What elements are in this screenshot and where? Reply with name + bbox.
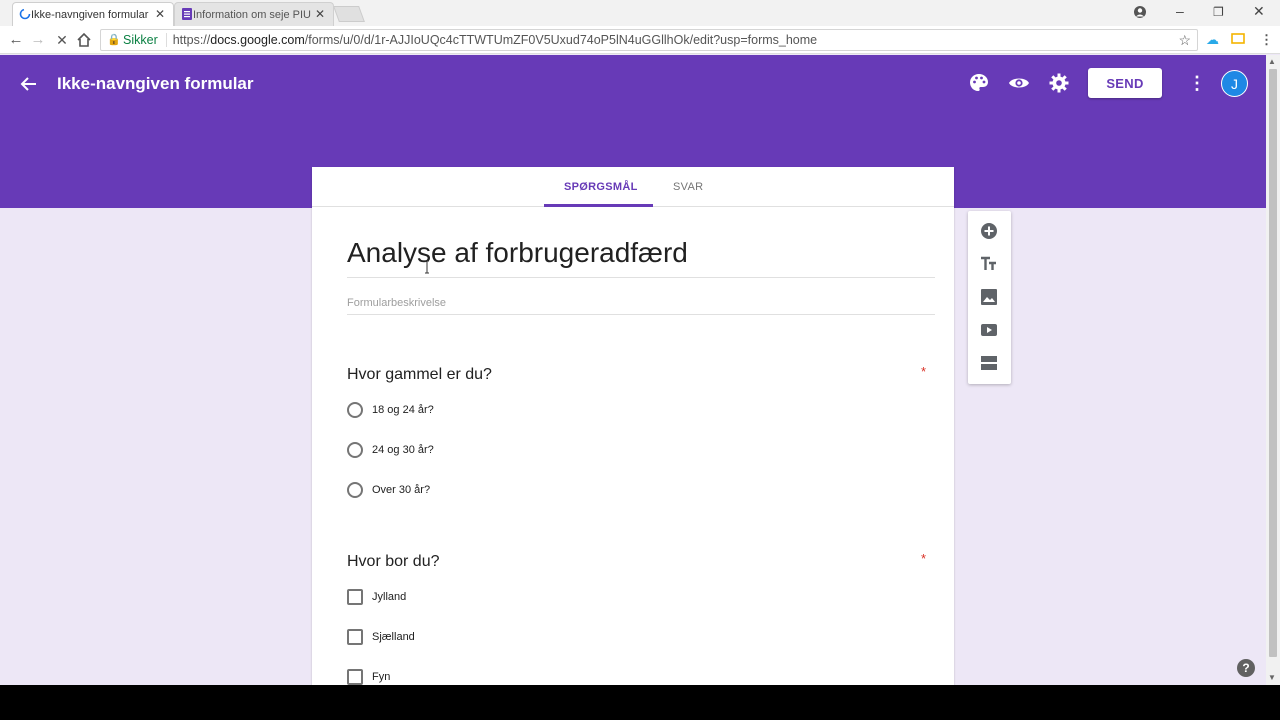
radio-button-icon[interactable]	[347, 402, 363, 418]
form-title-field[interactable]: Analyse af forbrugeradfærd	[347, 237, 688, 269]
question-title[interactable]: Hvor gammel er du?	[347, 366, 492, 384]
option-label: 18 og 24 år?	[372, 404, 434, 416]
address-bar[interactable]: 🔒 Sikker https://docs.google.com/forms/u…	[100, 29, 1198, 51]
browser-menu-icon[interactable]: ⋮	[1260, 32, 1273, 48]
settings-gear-icon[interactable]	[1047, 71, 1071, 95]
checkbox-option[interactable]: Fyn	[347, 669, 390, 685]
option-label: 24 og 30 år?	[372, 444, 434, 456]
back-arrow-icon[interactable]	[20, 75, 38, 93]
option-label: Sjælland	[372, 631, 415, 643]
browser-tab-inactive[interactable]: Information om seje PIU ✕	[174, 2, 334, 26]
required-asterisk: *	[921, 364, 927, 379]
preview-eye-icon[interactable]	[1007, 71, 1031, 95]
radio-button-icon[interactable]	[347, 482, 363, 498]
text-cursor-icon	[425, 260, 429, 274]
radio-option[interactable]: Over 30 år?	[347, 482, 430, 498]
url-path: /forms/u/0/d/1r-AJJIoUQc4cTTWTUmZF0V5Uxu…	[304, 33, 818, 47]
back-icon[interactable]: ←	[6, 30, 26, 50]
stop-icon[interactable]: ✕	[52, 30, 72, 50]
add-question-icon[interactable]	[979, 221, 999, 241]
add-video-icon[interactable]	[979, 320, 999, 340]
palette-icon[interactable]	[967, 71, 991, 95]
add-image-icon[interactable]	[979, 287, 999, 307]
checkbox-option[interactable]: Jylland	[347, 589, 406, 605]
more-options-icon[interactable]: ⋮	[1188, 73, 1206, 94]
letterbox-bar	[0, 685, 1280, 720]
forward-icon[interactable]: →	[28, 30, 48, 50]
browser-tab-label: Ikke-navngiven formular	[31, 8, 149, 21]
close-icon[interactable]: ✕	[155, 7, 165, 21]
option-label: Fyn	[372, 671, 391, 683]
profile-icon[interactable]	[1133, 5, 1147, 19]
forms-icon	[182, 8, 192, 20]
browser-tabstrip: Ikke-navngiven formular ✕ Information om…	[0, 0, 1280, 26]
required-asterisk: *	[921, 551, 927, 566]
description-underline	[347, 314, 935, 315]
option-label: Jylland	[372, 591, 407, 603]
question-title[interactable]: Hvor bor du?	[347, 553, 440, 571]
active-tab-indicator	[544, 204, 653, 207]
browser-toolbar: ← → ✕ 🔒 Sikker https://docs.google.com/f…	[0, 26, 1280, 54]
browser-tab-label: Information om seje PIU	[193, 8, 311, 21]
help-button[interactable]: ?	[1237, 659, 1255, 677]
tab-questions[interactable]: SPØRGSMÅL	[564, 181, 638, 193]
browser-tab-active[interactable]: Ikke-navngiven formular ✕	[12, 2, 174, 26]
radio-option[interactable]: 18 og 24 år?	[347, 402, 434, 418]
radio-option[interactable]: 24 og 30 år?	[347, 442, 434, 458]
checkbox-option[interactable]: Sjælland	[347, 629, 415, 645]
cast-extension-icon[interactable]	[1231, 32, 1245, 46]
loading-spinner-icon	[19, 8, 31, 20]
page: Ikke-navngiven formular ✕ Information om…	[0, 0, 1280, 720]
title-underline	[347, 277, 935, 278]
checkbox-icon[interactable]	[347, 669, 363, 685]
question-toolbar	[968, 211, 1011, 384]
checkbox-icon[interactable]	[347, 629, 363, 645]
close-icon[interactable]: ✕	[315, 7, 325, 21]
minimize-icon[interactable]: –	[1176, 3, 1184, 19]
send-button[interactable]: SEND	[1088, 68, 1162, 98]
scroll-up-icon[interactable]: ▲	[1268, 57, 1276, 66]
scroll-thumb[interactable]	[1269, 69, 1277, 657]
cloud-extension-icon[interactable]: ☁	[1206, 32, 1219, 48]
lock-icon: 🔒	[107, 34, 121, 46]
home-icon[interactable]	[76, 32, 92, 48]
bookmark-star-icon[interactable]: ☆	[1178, 32, 1191, 49]
add-section-icon[interactable]	[979, 353, 999, 373]
add-title-text-icon[interactable]	[979, 254, 999, 274]
form-description-field[interactable]: Formularbeskrivelse	[347, 297, 446, 309]
tab-answers[interactable]: SVAR	[673, 181, 703, 193]
url-host: docs.google.com	[210, 33, 305, 47]
scroll-down-icon[interactable]: ▼	[1268, 673, 1276, 682]
form-tabs: SPØRGSMÅL SVAR	[312, 167, 954, 207]
option-label: Over 30 år?	[372, 484, 431, 496]
restore-icon[interactable]: ❐	[1213, 5, 1224, 19]
avatar[interactable]: J	[1221, 70, 1248, 97]
form-card: SPØRGSMÅL SVAR Analyse af forbrugeradfær…	[312, 167, 954, 697]
url-text: https://docs.google.com/forms/u/0/d/1r-A…	[173, 33, 817, 47]
page-scrollbar[interactable]: ▲ ▼	[1266, 55, 1280, 685]
new-tab-button[interactable]	[333, 6, 365, 22]
window-close-icon[interactable]: ✕	[1253, 3, 1265, 20]
document-title[interactable]: Ikke-navngiven formular	[57, 74, 254, 94]
security-label: Sikker	[123, 33, 158, 47]
radio-button-icon[interactable]	[347, 442, 363, 458]
url-prefix: https://	[172, 33, 211, 47]
checkbox-icon[interactable]	[347, 589, 363, 605]
security-indicator[interactable]: 🔒 Sikker	[101, 33, 167, 47]
